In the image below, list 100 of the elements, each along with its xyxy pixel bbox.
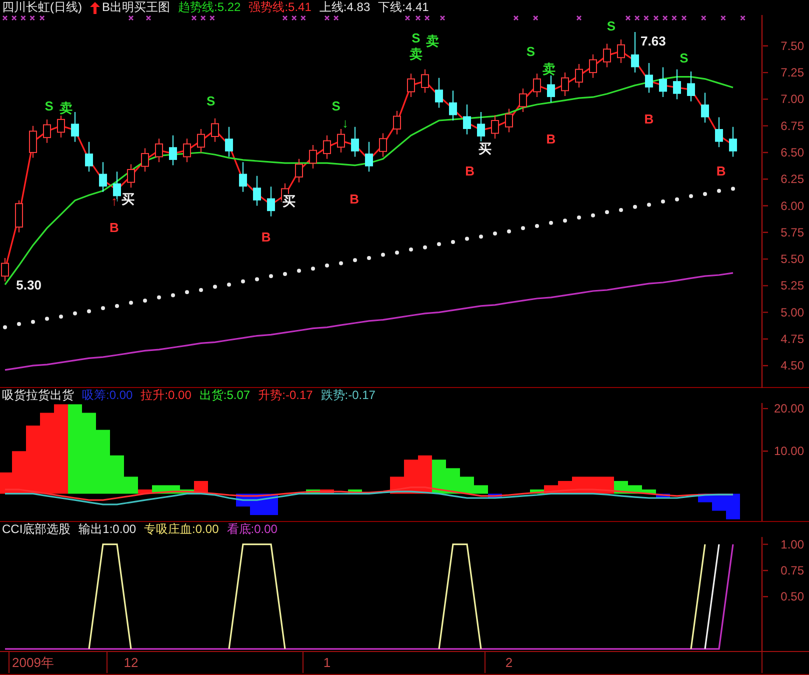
candlestick	[449, 90, 457, 121]
axis-label: 0.75	[780, 563, 804, 578]
date-label: 1	[323, 655, 331, 670]
signal-label: S	[332, 98, 340, 114]
candlestick	[561, 72, 569, 96]
axis-label: 6.00	[780, 198, 804, 213]
point	[563, 218, 567, 223]
axis-label: 6.25	[780, 172, 804, 186]
candlestick	[29, 125, 37, 158]
date-label: 12	[124, 655, 138, 670]
signal-label: 7.63	[640, 34, 666, 49]
histogram-bar	[432, 460, 446, 494]
point	[703, 192, 707, 196]
candlestick	[589, 54, 597, 78]
candlestick	[99, 162, 107, 192]
candlestick	[645, 62, 653, 94]
signal-label: S	[44, 98, 54, 114]
candlestick	[575, 64, 583, 88]
point	[381, 252, 385, 257]
axis-label: 5.75	[780, 225, 804, 240]
candlestick	[323, 134, 331, 160]
histogram-bar	[600, 476, 614, 494]
point	[409, 247, 413, 252]
point	[647, 202, 651, 207]
indicator-reading: B出明买王图	[102, 0, 170, 15]
axis-label: 6.50	[780, 145, 804, 160]
point	[591, 213, 595, 218]
point	[143, 298, 147, 303]
axis-label: 5.00	[780, 305, 804, 320]
candlestick	[701, 92, 709, 124]
candlestick	[309, 144, 317, 169]
candlestick	[393, 110, 401, 135]
point	[493, 231, 497, 236]
candlestick	[631, 32, 639, 74]
point	[507, 229, 511, 234]
indicator-reading: 下线:4.41	[378, 0, 429, 15]
axis-label: 1.00	[780, 537, 804, 552]
point	[311, 266, 315, 271]
point	[31, 320, 35, 324]
candlestick	[407, 73, 415, 98]
axis-label: 10.00	[774, 444, 804, 458]
date-label: 2	[505, 655, 513, 670]
point	[269, 274, 273, 278]
point	[353, 258, 357, 262]
point	[633, 204, 637, 209]
histogram-bar	[348, 489, 362, 494]
point	[731, 186, 735, 191]
point	[199, 288, 203, 292]
indicator-reading: 看底:0.00	[226, 522, 278, 537]
point	[451, 240, 455, 244]
candlestick	[197, 128, 205, 153]
candlestick	[211, 118, 219, 142]
up-arrow-icon	[90, 2, 100, 14]
histogram-bar	[418, 455, 432, 494]
axis-label: 0.50	[780, 590, 804, 604]
panel-title: 四川长虹(日线)	[2, 0, 82, 15]
point	[423, 245, 427, 250]
candlestick	[715, 116, 723, 148]
point	[171, 293, 175, 298]
candlestick	[421, 68, 429, 94]
candlestick	[435, 77, 443, 108]
signal-label: 卖	[426, 34, 440, 49]
point	[59, 314, 63, 319]
point	[535, 224, 539, 228]
signal-label: S	[206, 93, 216, 108]
point	[45, 316, 49, 321]
candlestick	[85, 141, 93, 172]
axis-label: 5.25	[780, 278, 804, 293]
candlestick	[491, 114, 499, 140]
candlestick	[127, 164, 135, 188]
point	[675, 197, 679, 202]
candlestick	[1, 257, 9, 282]
point	[367, 256, 371, 260]
candlestick	[337, 128, 345, 153]
point	[297, 268, 301, 273]
panel-title: CCI底部选股	[2, 522, 71, 537]
point	[577, 215, 581, 220]
axis-label: 6.75	[780, 118, 804, 133]
candlestick	[505, 108, 513, 133]
axis-label: 20.00	[774, 403, 804, 416]
signal-label: 卖	[409, 46, 422, 62]
candlestick	[57, 114, 65, 138]
indicator-reading: 趋势线:5.22	[178, 0, 241, 15]
point	[521, 226, 525, 230]
point	[661, 200, 665, 204]
candlestick	[477, 111, 485, 142]
point	[255, 277, 259, 282]
point	[87, 309, 91, 314]
signal-label: S	[412, 30, 420, 46]
point	[101, 306, 105, 310]
candlestick	[617, 39, 625, 64]
indicator-reading: 吸筹:0.00	[82, 388, 133, 403]
point	[3, 325, 7, 330]
indicator-reading: 跌势:-0.17	[320, 388, 376, 403]
axis-label: 5.50	[780, 252, 804, 266]
point	[185, 290, 189, 294]
point	[605, 210, 609, 214]
candlestick	[659, 66, 667, 98]
point	[115, 304, 119, 308]
indicator-reading: 上线:4.83	[319, 0, 370, 15]
